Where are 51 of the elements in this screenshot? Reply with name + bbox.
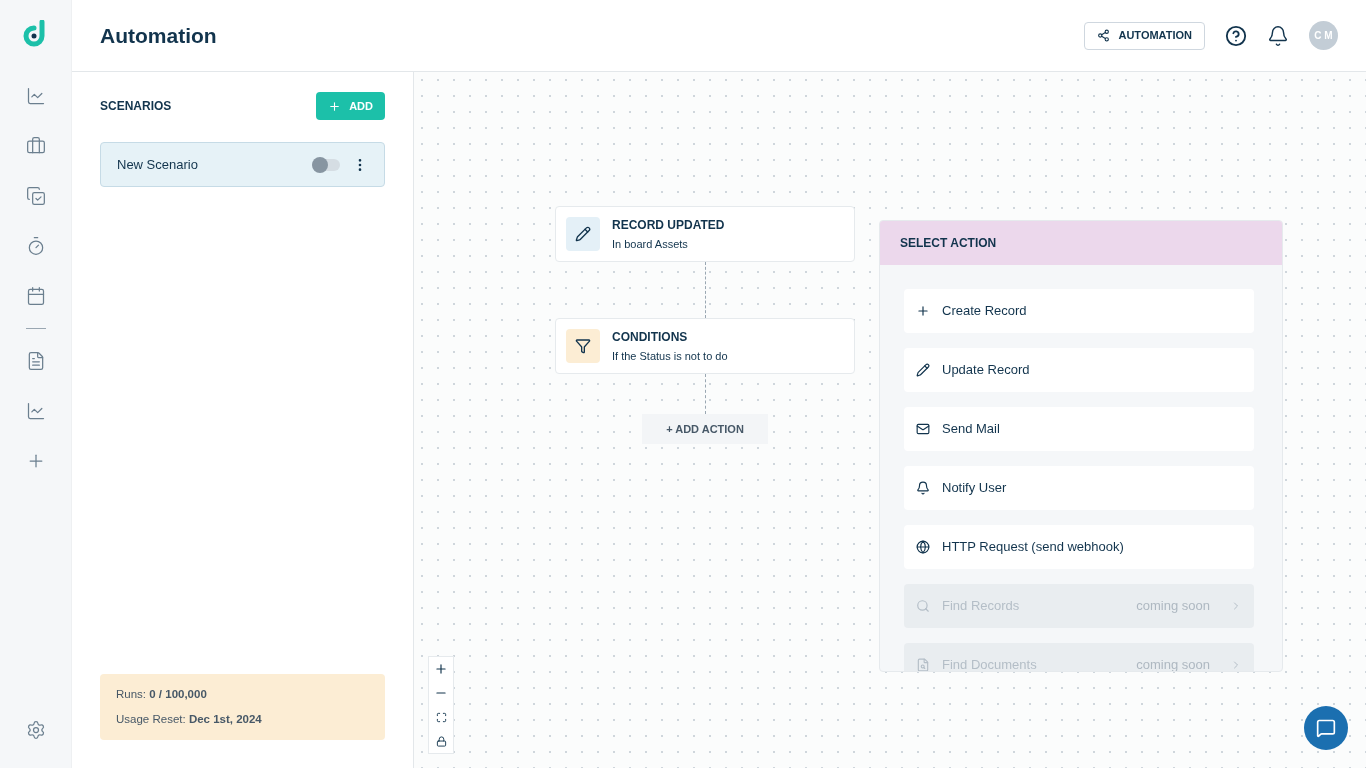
envelope-icon bbox=[916, 422, 930, 436]
action-label: Update Record bbox=[942, 361, 1030, 380]
pencil-icon bbox=[566, 217, 600, 251]
plus-icon bbox=[916, 304, 930, 318]
action-label: Create Record bbox=[942, 302, 1027, 321]
action-label: Notify User bbox=[942, 479, 1007, 498]
action-option[interactable]: Send Mail bbox=[904, 407, 1254, 451]
chart-icon bbox=[25, 401, 46, 421]
section-title: SCENARIOS bbox=[100, 98, 172, 115]
coming-soon-label: coming soon bbox=[1136, 597, 1210, 616]
node-title: RECORD UPDATED bbox=[612, 216, 725, 234]
bell-icon bbox=[916, 481, 930, 495]
node-title: CONDITIONS bbox=[612, 328, 689, 346]
action-label: Send Mail bbox=[942, 420, 1000, 439]
page-title: Automation bbox=[100, 22, 217, 49]
document-search-icon bbox=[916, 658, 930, 671]
lock-icon bbox=[435, 735, 447, 747]
plus-icon bbox=[434, 662, 448, 676]
usage-reset-text: Usage Reset: Dec 1st, 2024 bbox=[116, 711, 263, 727]
workflow-node[interactable]: RECORD UPDATED In board Assets bbox=[555, 206, 855, 262]
settings-icon bbox=[25, 720, 46, 740]
panel-title: SELECT ACTION bbox=[900, 235, 997, 252]
toggle-switch[interactable] bbox=[312, 158, 340, 171]
chart-icon bbox=[25, 86, 46, 106]
search-icon bbox=[916, 599, 930, 613]
action-option[interactable]: Update Record bbox=[904, 348, 1254, 392]
scenario-name: New Scenario bbox=[117, 155, 198, 174]
filter-icon bbox=[566, 329, 600, 363]
briefcase-icon bbox=[25, 136, 46, 156]
chat-icon bbox=[1316, 718, 1336, 738]
plus-icon bbox=[328, 99, 342, 113]
chat-button[interactable] bbox=[1304, 706, 1348, 750]
globe-icon bbox=[916, 540, 930, 554]
pencil-icon bbox=[916, 363, 930, 377]
notification-icon[interactable] bbox=[1267, 24, 1289, 47]
runs-text: Runs: 0 / 100,000 bbox=[116, 686, 208, 702]
fullscreen-icon bbox=[435, 711, 447, 723]
calendar-icon bbox=[25, 286, 46, 306]
action-option[interactable]: HTTP Request (send webhook) bbox=[904, 525, 1254, 569]
action-option[interactable]: Create Record bbox=[904, 289, 1254, 333]
action-label: HTTP Request (send webhook) bbox=[942, 538, 1124, 557]
add-action-button[interactable]: + ADD ACTION bbox=[642, 414, 768, 444]
workflow-node[interactable]: CONDITIONS If the Status is not to do bbox=[555, 318, 855, 374]
node-subtitle: In board Assets bbox=[612, 236, 689, 252]
action-option[interactable]: Notify User bbox=[904, 466, 1254, 510]
automation-button[interactable]: AUTOMATION bbox=[1084, 21, 1205, 50]
checklist-icon bbox=[25, 186, 46, 206]
help-icon[interactable] bbox=[1225, 24, 1247, 47]
node-subtitle: If the Status is not to do bbox=[612, 348, 728, 364]
share-nodes-icon bbox=[1097, 29, 1111, 42]
scenario-item[interactable]: New Scenario bbox=[100, 142, 385, 187]
